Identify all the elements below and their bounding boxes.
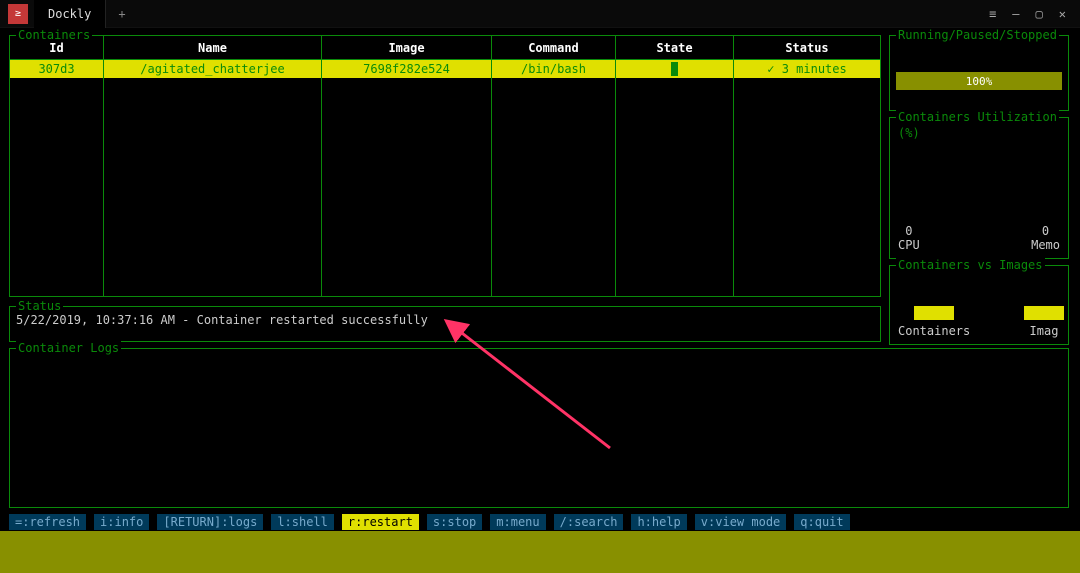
- tab-dockly[interactable]: Dockly: [34, 0, 106, 28]
- table-row[interactable]: 307d3 /agitated_chatterjee 7698f282e524 …: [10, 60, 880, 78]
- table-body: [10, 60, 880, 296]
- cpu-label: CPU: [898, 238, 920, 252]
- terminal-icon: ≥: [8, 4, 28, 24]
- containers-count-box: 1: [914, 306, 954, 320]
- header-status: Status: [734, 36, 880, 59]
- menu-menu[interactable]: m:menu: [490, 514, 545, 530]
- memory-stat: 0 Memo: [1031, 224, 1060, 252]
- maximize-button[interactable]: ▢: [1036, 7, 1043, 21]
- cell-image: 7698f282e524: [322, 60, 492, 78]
- state-indicator-icon: [671, 62, 678, 76]
- menu-refresh[interactable]: =:refresh: [9, 514, 86, 530]
- menu-quit[interactable]: q:quit: [794, 514, 849, 530]
- status-title: Status: [16, 299, 63, 313]
- window-controls: ≡ — ▢ ✕: [989, 7, 1080, 21]
- menu-help[interactable]: h:help: [631, 514, 686, 530]
- menu-stop[interactable]: s:stop: [427, 514, 482, 530]
- running-progress: 100%: [896, 72, 1062, 90]
- images-count: 3 Imag: [1024, 306, 1064, 338]
- status-message: 5/22/2019, 10:37:16 AM - Container resta…: [10, 307, 880, 333]
- menu-search[interactable]: /:search: [554, 514, 624, 530]
- running-panel: Running/Paused/Stopped 100%: [889, 35, 1069, 111]
- utilization-subtitle: (%): [898, 126, 920, 140]
- containers-count-label: Containers: [898, 324, 970, 338]
- table-header: Id Name Image Command State Status: [10, 36, 880, 60]
- header-name: Name: [104, 36, 322, 59]
- menu-shell[interactable]: l:shell: [271, 514, 334, 530]
- cpu-value: 0: [898, 224, 920, 238]
- cell-state: [616, 60, 734, 78]
- containers-panel: Containers Id Name Image Command State S…: [9, 35, 881, 297]
- footer-bar: [0, 531, 1080, 573]
- vs-panel: Containers vs Images 1 Containers 3 Imag: [889, 265, 1069, 345]
- running-title: Running/Paused/Stopped: [896, 28, 1059, 42]
- menu-icon[interactable]: ≡: [989, 7, 996, 21]
- vs-title: Containers vs Images: [896, 258, 1045, 272]
- menu-bar: =:refresh i:info [RETURN]:logs l:shell r…: [0, 513, 1080, 531]
- header-command: Command: [492, 36, 616, 59]
- memory-label: Memo: [1031, 238, 1060, 252]
- cell-status: ✓ 3 minutes: [734, 60, 880, 78]
- new-tab-button[interactable]: +: [106, 7, 137, 21]
- containers-title: Containers: [16, 28, 92, 42]
- logs-title: Container Logs: [16, 341, 121, 355]
- logs-panel: Container Logs: [9, 348, 1069, 508]
- containers-count: 1 Containers: [898, 306, 970, 338]
- titlebar: ≥ Dockly + ≡ — ▢ ✕: [0, 0, 1080, 28]
- menu-logs[interactable]: [RETURN]:logs: [157, 514, 263, 530]
- cell-name: /agitated_chatterjee: [104, 60, 322, 78]
- close-button[interactable]: ✕: [1059, 7, 1066, 21]
- header-state: State: [616, 36, 734, 59]
- status-panel: Status 5/22/2019, 10:37:16 AM - Containe…: [9, 306, 881, 342]
- cell-command: /bin/bash: [492, 60, 616, 78]
- menu-info[interactable]: i:info: [94, 514, 149, 530]
- menu-view-mode[interactable]: v:view mode: [695, 514, 786, 530]
- images-count-label: Imag: [1024, 324, 1064, 338]
- menu-restart[interactable]: r:restart: [342, 514, 419, 530]
- images-count-box: 3: [1024, 306, 1064, 320]
- cell-id: 307d3: [10, 60, 104, 78]
- minimize-button[interactable]: —: [1012, 7, 1019, 21]
- cpu-stat: 0 CPU: [898, 224, 920, 252]
- utilization-title: Containers Utilization: [896, 110, 1059, 124]
- utilization-panel: Containers Utilization (%) 0 CPU 0 Memo: [889, 117, 1069, 259]
- header-image: Image: [322, 36, 492, 59]
- memory-value: 0: [1031, 224, 1060, 238]
